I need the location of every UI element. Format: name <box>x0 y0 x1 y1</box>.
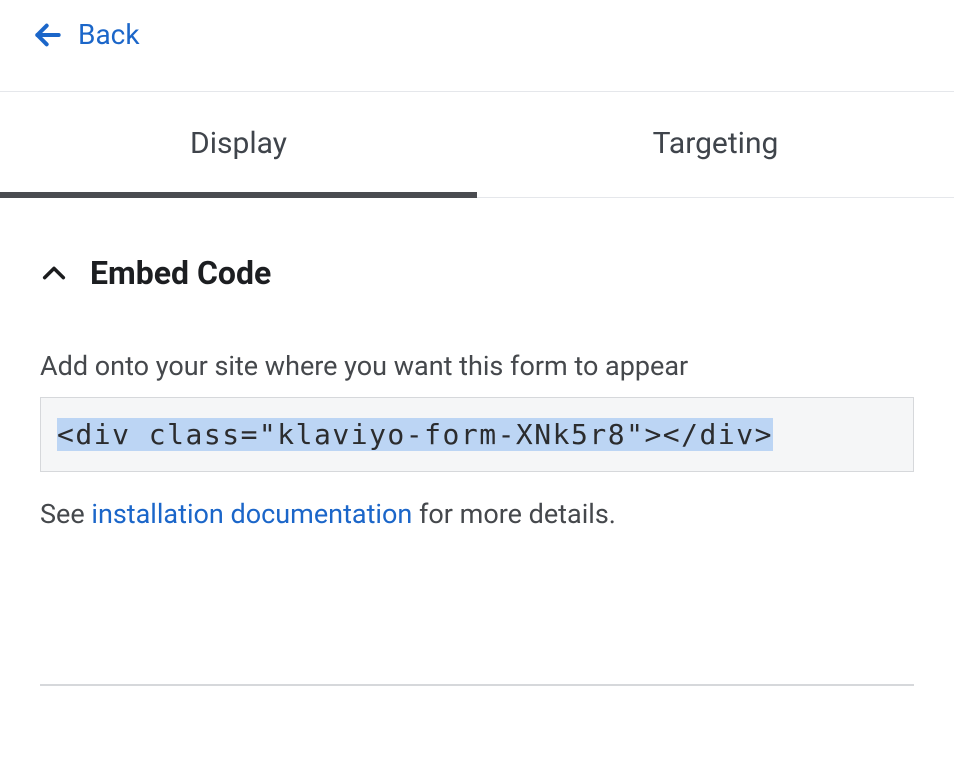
chevron-up-icon <box>40 259 68 287</box>
help-suffix: for more details. <box>412 498 616 530</box>
section-divider <box>40 684 914 686</box>
page-header: Back <box>0 0 954 91</box>
embed-code: <div class="klaviyo-form-XNk5r8"></div> <box>57 418 773 451</box>
arrow-left-icon <box>32 19 64 51</box>
section-title: Embed Code <box>90 254 271 292</box>
content-area: Embed Code Add onto your site where you … <box>0 198 954 687</box>
installation-doc-link[interactable]: installation documentation <box>91 498 412 530</box>
help-text: See installation documentation for more … <box>40 496 914 534</box>
help-prefix: See <box>40 498 91 530</box>
embed-section-toggle[interactable]: Embed Code <box>40 254 914 292</box>
embed-description: Add onto your site where you want this f… <box>40 348 914 386</box>
tab-targeting[interactable]: Targeting <box>477 92 954 197</box>
tab-bar: Display Targeting <box>0 91 954 198</box>
tab-display[interactable]: Display <box>0 92 477 197</box>
back-button[interactable]: Back <box>32 18 140 51</box>
back-label: Back <box>78 18 140 51</box>
embed-code-box[interactable]: <div class="klaviyo-form-XNk5r8"></div> <box>40 397 914 472</box>
